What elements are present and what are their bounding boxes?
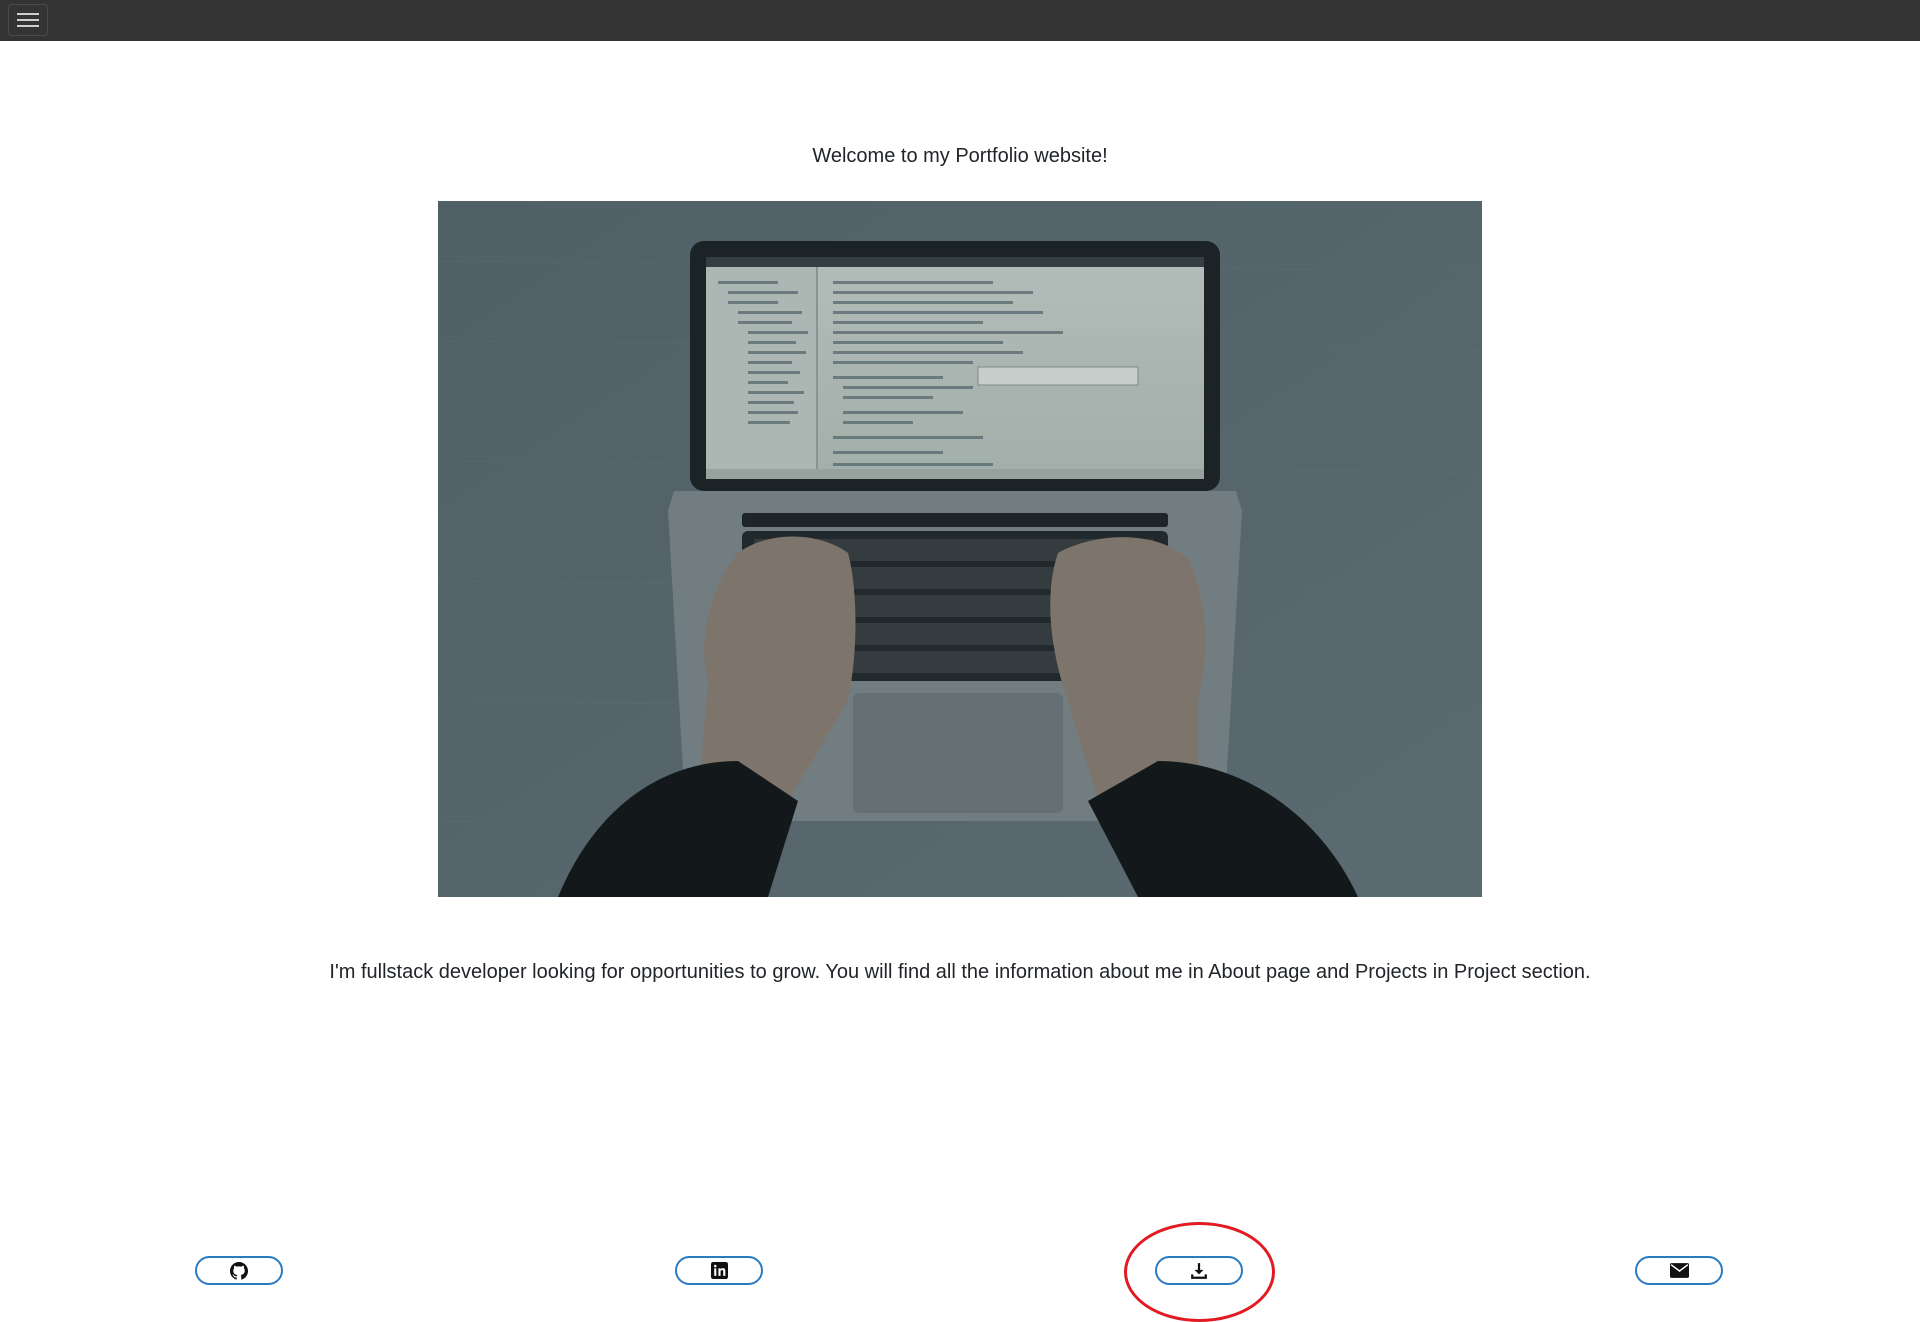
intro-paragraph: I'm fullstack developer looking for oppo…: [329, 961, 1591, 983]
welcome-heading: Welcome to my Portfolio website!: [812, 145, 1108, 167]
github-icon: [230, 1261, 248, 1280]
highlight-annotation: [1124, 1222, 1275, 1322]
email-button[interactable]: [1635, 1256, 1723, 1285]
envelope-icon: [1669, 1263, 1689, 1278]
navbar: [0, 0, 1920, 41]
hero-image: [438, 201, 1482, 897]
hamburger-menu-icon: [17, 13, 39, 27]
linkedin-button[interactable]: [675, 1256, 763, 1285]
github-button[interactable]: [195, 1256, 283, 1285]
linkedin-icon: [710, 1262, 728, 1279]
nav-toggle-button[interactable]: [8, 4, 48, 36]
